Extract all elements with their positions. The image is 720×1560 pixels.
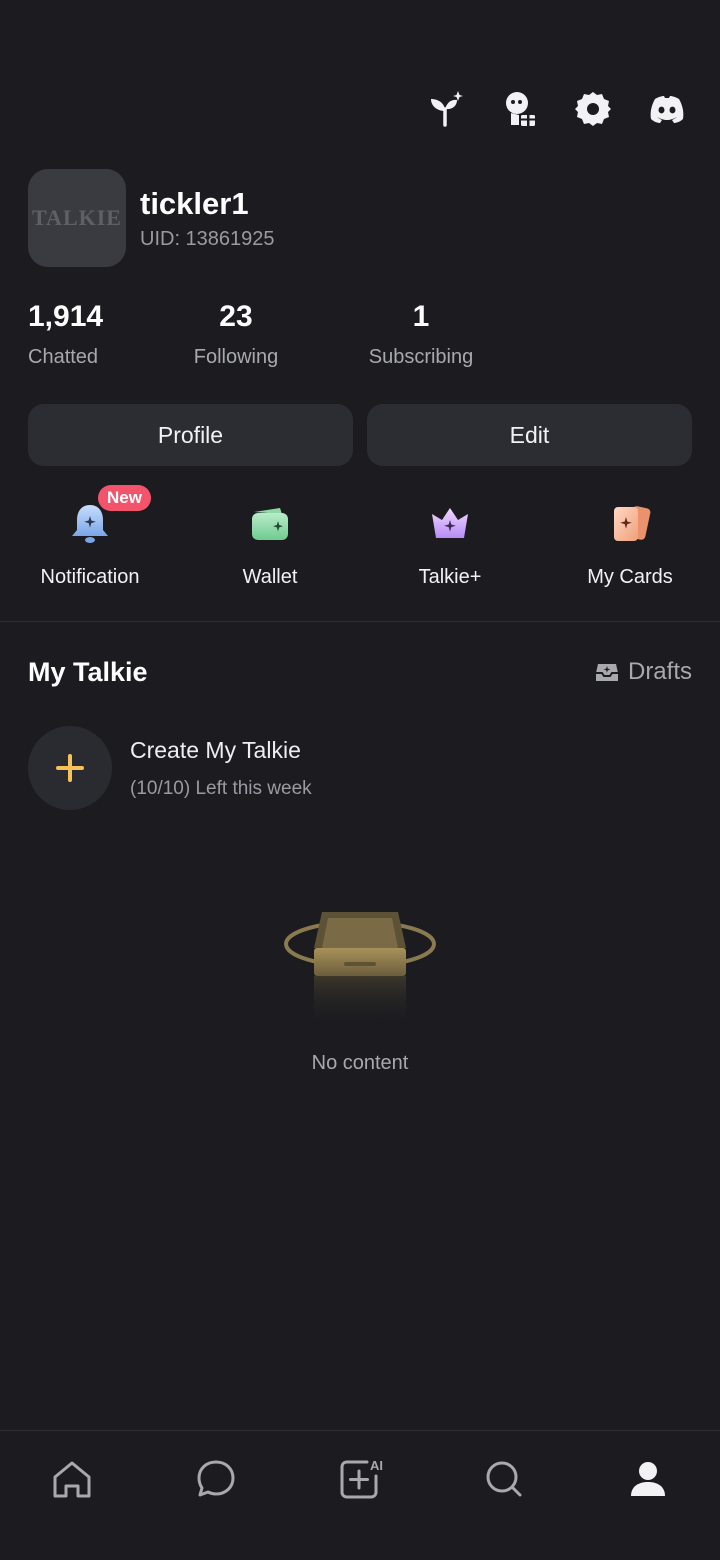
search-icon bbox=[486, 1461, 522, 1497]
chat-icon bbox=[197, 1460, 235, 1497]
create-talkie-button[interactable]: Create My Talkie (10/10) Left this week bbox=[28, 726, 312, 810]
discord-icon[interactable] bbox=[644, 86, 690, 132]
stat-subscribing[interactable]: 1 Subscribing bbox=[369, 300, 474, 369]
stat-label: Chatted bbox=[28, 346, 99, 368]
profile-icon bbox=[631, 1462, 665, 1496]
empty-state: No content bbox=[0, 896, 720, 1075]
new-badge: New bbox=[98, 485, 151, 511]
my-cards-button[interactable]: My Cards bbox=[540, 494, 720, 589]
stat-value: 1,914 bbox=[28, 300, 104, 333]
profile-button[interactable]: Profile bbox=[28, 404, 353, 466]
quick-action-label: Notification bbox=[40, 566, 140, 588]
stats-row: 1,914 Chatted 23 Following 1 Subscribing bbox=[0, 300, 720, 380]
my-talkie-title: My Talkie bbox=[28, 657, 148, 687]
stat-value: 23 bbox=[219, 300, 253, 333]
gear-icon[interactable] bbox=[570, 86, 616, 132]
wallet-icon bbox=[252, 508, 288, 540]
create-talkie-title: Create My Talkie bbox=[130, 736, 301, 763]
nav-home[interactable] bbox=[44, 1451, 100, 1507]
stat-following[interactable]: 23 Following bbox=[194, 300, 278, 369]
edit-button[interactable]: Edit bbox=[367, 404, 692, 466]
quick-action-label: My Cards bbox=[587, 566, 673, 588]
avatar-logo-text: TALKIE bbox=[32, 205, 122, 230]
stat-value: 1 bbox=[412, 300, 430, 333]
bottom-navigation: AI bbox=[0, 1430, 720, 1560]
stat-label: Subscribing bbox=[368, 346, 474, 368]
empty-box-icon bbox=[284, 912, 436, 1026]
stat-chatted[interactable]: 1,914 Chatted bbox=[28, 300, 103, 369]
svg-text:AI: AI bbox=[370, 1458, 383, 1473]
create-talkie-text: Create My Talkie (10/10) Left this week bbox=[130, 737, 312, 800]
talkie-plus-button[interactable]: Talkie+ bbox=[360, 494, 540, 589]
notification-button[interactable]: New Notification bbox=[0, 485, 180, 589]
inbox-icon bbox=[595, 664, 618, 681]
section-divider bbox=[0, 621, 720, 622]
nav-create-ai[interactable]: AI bbox=[332, 1451, 388, 1507]
home-icon bbox=[53, 1461, 91, 1498]
profile-info: tickler1 UID: 13861925 bbox=[140, 186, 275, 251]
cards-icon bbox=[614, 506, 651, 541]
drafts-button[interactable]: Drafts bbox=[594, 658, 692, 686]
create-talkie-quota: (10/10) Left this week bbox=[130, 777, 312, 799]
drafts-label: Drafts bbox=[627, 658, 692, 685]
top-icon-bar bbox=[422, 86, 690, 132]
create-ai-icon: AI bbox=[340, 1458, 383, 1499]
character-gift-icon[interactable] bbox=[496, 86, 542, 132]
profile-header: TALKIE tickler1 UID: 13861925 bbox=[28, 169, 275, 267]
nav-chat[interactable] bbox=[188, 1451, 244, 1507]
nav-profile[interactable] bbox=[620, 1451, 676, 1507]
username: tickler1 bbox=[140, 185, 249, 221]
empty-state-text: No content bbox=[311, 1052, 409, 1074]
sprout-sparkle-icon[interactable] bbox=[422, 86, 468, 132]
create-plus-circle bbox=[28, 726, 112, 810]
wallet-button[interactable]: Wallet bbox=[180, 494, 360, 589]
user-id: UID: 13861925 bbox=[140, 227, 275, 250]
stat-label: Following bbox=[193, 346, 279, 368]
avatar[interactable]: TALKIE bbox=[28, 169, 126, 267]
plus-icon bbox=[56, 754, 84, 782]
quick-action-label: Talkie+ bbox=[418, 566, 482, 588]
quick-actions: New Notification Wallet Talkie+ My Cards bbox=[0, 485, 720, 594]
nav-search[interactable] bbox=[476, 1451, 532, 1507]
crown-icon bbox=[432, 508, 468, 538]
quick-action-label: Wallet bbox=[242, 566, 298, 588]
